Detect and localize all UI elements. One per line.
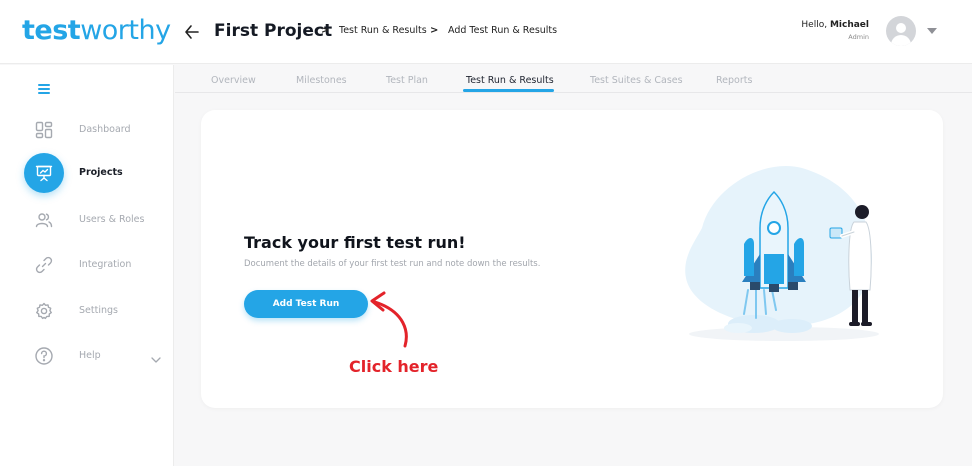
project-title: First Project	[214, 21, 333, 41]
gear-icon	[24, 291, 64, 331]
greeting-prefix: Hello,	[801, 20, 830, 30]
users-icon	[24, 200, 64, 240]
avatar-head-shape	[896, 23, 906, 33]
sidebar-item-users-roles[interactable]: Users & Roles	[0, 200, 174, 240]
breadcrumb-chevron-icon: >	[430, 25, 439, 36]
sidebar-item-dashboard[interactable]: Dashboard	[0, 110, 174, 150]
active-tab-indicator	[463, 89, 554, 92]
sidebar-item-settings[interactable]: Settings	[0, 291, 174, 331]
chevron-down-icon[interactable]	[151, 350, 161, 363]
breadcrumb-item-test-run[interactable]: Test Run & Results	[339, 24, 427, 38]
tab-test-plan[interactable]: Test Plan	[386, 75, 428, 87]
avatar-body-shape	[891, 35, 911, 46]
sidebar: Dashboard Projects Users & Roles Integra…	[0, 65, 174, 466]
tab-reports[interactable]: Reports	[716, 75, 752, 87]
sidebar-item-label: Integration	[79, 259, 132, 270]
breadcrumb-item-add-test-run[interactable]: Add Test Run & Results	[448, 24, 557, 38]
empty-state-title: Track your first test run!	[244, 233, 466, 252]
arrow-left-icon[interactable]	[184, 21, 200, 43]
logo-light-text: worthy	[80, 15, 171, 46]
sidebar-item-projects[interactable]: Projects	[0, 153, 174, 193]
link-icon	[24, 245, 64, 285]
avatar[interactable]	[886, 16, 916, 46]
sidebar-item-label: Dashboard	[79, 124, 131, 135]
tab-overview[interactable]: Overview	[211, 75, 256, 87]
breadcrumb-chevron-icon: >	[321, 25, 330, 36]
tab-test-run-results[interactable]: Test Run & Results	[466, 75, 554, 87]
user-greeting: Hello, Michael	[801, 19, 869, 31]
tab-milestones[interactable]: Milestones	[296, 75, 347, 87]
user-name: Michael	[829, 20, 869, 30]
presentation-icon	[24, 153, 64, 193]
project-tabs: Overview Milestones Test Plan Test Run &…	[175, 65, 972, 93]
add-test-run-button[interactable]: Add Test Run	[244, 290, 368, 318]
curved-arrow-icon	[370, 291, 408, 348]
help-icon	[24, 336, 64, 376]
app-logo[interactable]: testworthy	[22, 14, 171, 48]
chevron-down-icon[interactable]	[927, 28, 937, 34]
tab-test-suites-cases[interactable]: Test Suites & Cases	[590, 75, 683, 87]
click-here-annotation: Click here	[349, 357, 439, 376]
sidebar-item-help[interactable]: Help	[0, 336, 174, 376]
logo-bold-text: test	[22, 15, 81, 46]
sidebar-item-label: Help	[79, 350, 101, 361]
empty-state-subtitle: Document the details of your first test …	[244, 259, 541, 269]
sidebar-item-integration[interactable]: Integration	[0, 245, 174, 285]
sidebar-item-label: Settings	[79, 305, 118, 316]
sidebar-item-label: Users & Roles	[79, 214, 145, 225]
hamburger-icon[interactable]	[38, 84, 50, 94]
dashboard-icon	[24, 110, 64, 150]
top-header: testworthy First Project > Test Run & Re…	[0, 0, 972, 64]
sidebar-item-label: Projects	[79, 167, 123, 178]
rocket-launch-scientist-illustration	[685, 166, 879, 341]
user-role: Admin	[848, 33, 869, 41]
